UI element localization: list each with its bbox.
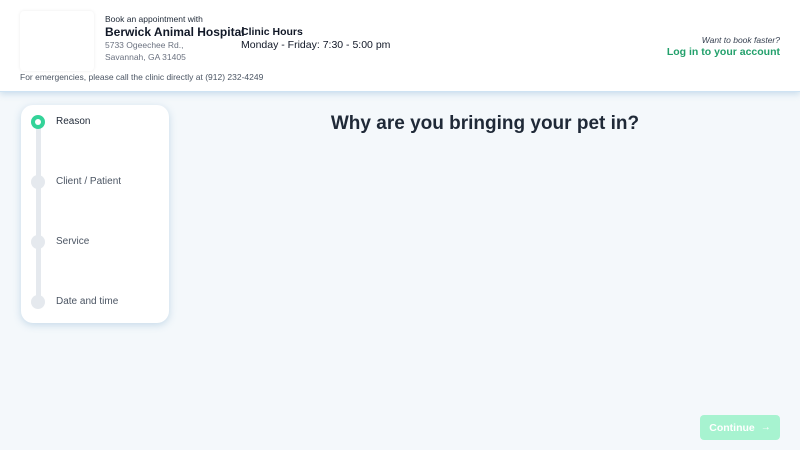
step-indicator-reason <box>31 115 45 129</box>
page-question: Why are you bringing your pet in? <box>330 113 640 134</box>
arrow-right-icon: → <box>760 422 771 433</box>
clinic-hours-title: Clinic Hours <box>241 26 303 38</box>
book-with-label: Book an appointment with <box>105 14 203 24</box>
step-service[interactable]: Service <box>56 236 89 247</box>
continue-label: Continue <box>709 421 755 434</box>
progress-stepper <box>21 105 169 323</box>
emergency-note: For emergencies, please call the clinic … <box>20 72 264 82</box>
step-indicator-date-time <box>31 295 45 309</box>
login-link[interactable]: Log in to your account <box>667 46 780 58</box>
stepper-track <box>36 122 41 302</box>
hospital-name: Berwick Animal Hospital <box>105 25 245 39</box>
step-date-time[interactable]: Date and time <box>56 296 118 307</box>
book-faster-prompt: Want to book faster? <box>701 35 780 45</box>
step-client-patient[interactable]: Client / Patient <box>56 176 121 187</box>
step-indicator-client-patient <box>31 175 45 189</box>
clinic-hours-value: Monday - Friday: 7:30 - 5:00 pm <box>241 39 391 51</box>
header: Book an appointment with Berwick Animal … <box>0 0 800 92</box>
continue-button[interactable]: Continue → <box>700 415 780 440</box>
step-reason[interactable]: Reason <box>56 116 90 127</box>
address-line-2: Savannah, GA 31405 <box>105 52 186 62</box>
step-indicator-service <box>31 235 45 249</box>
clinic-logo <box>20 11 94 71</box>
address-line-1: 5733 Ogeechee Rd., <box>105 40 184 50</box>
